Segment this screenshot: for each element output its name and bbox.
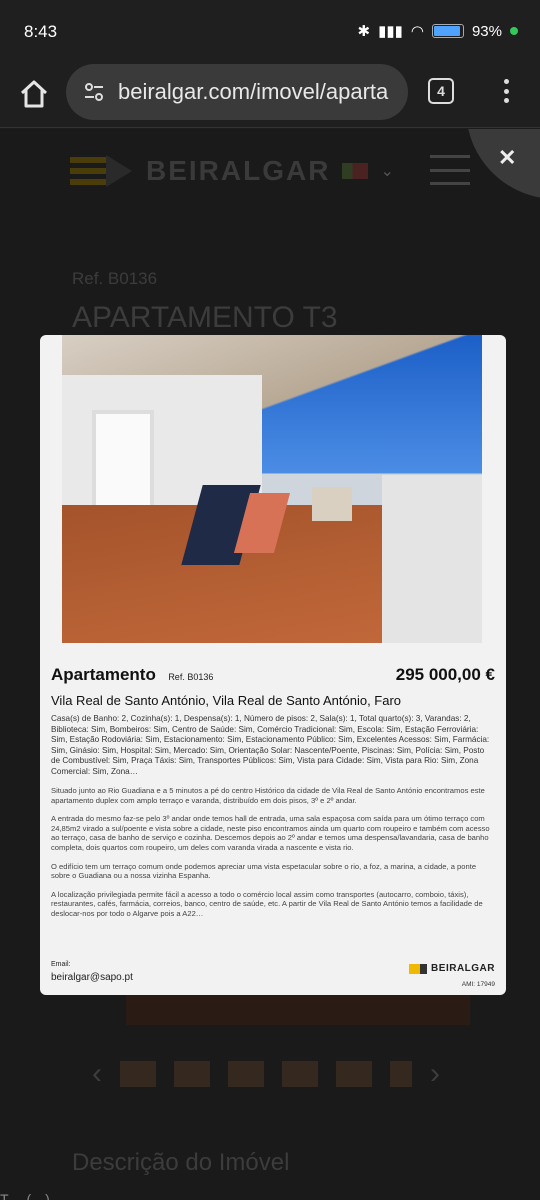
thumbnail-strip: ‹ › xyxy=(92,1057,440,1091)
description-heading: Descrição do Imóvel xyxy=(72,1149,290,1176)
wifi-icon: ◠ xyxy=(410,23,424,40)
bluetooth-icon: ✱ xyxy=(357,23,371,40)
home-icon xyxy=(20,80,48,108)
property-location: Vila Real de Santo António, Vila Real de… xyxy=(51,693,402,708)
close-icon[interactable]: ✕ xyxy=(498,145,516,171)
chevron-down-icon[interactable]: ⌄ xyxy=(380,161,393,181)
property-features: Casa(s) de Banho: 2, Cozinha(s): 1, Desp… xyxy=(51,714,490,776)
chevron-right-icon[interactable]: › xyxy=(430,1057,440,1091)
overflow-menu-button[interactable] xyxy=(496,76,516,106)
contact-email: beiralgar@sapo.pt xyxy=(51,972,133,983)
site-settings-icon[interactable] xyxy=(82,80,106,104)
beiralgar-logo-icon xyxy=(409,963,428,974)
page-title: APARTAMENTO T3 xyxy=(72,301,338,334)
thumbnail[interactable] xyxy=(282,1061,318,1087)
thumbnail[interactable] xyxy=(336,1061,372,1087)
status-icons: ✱ ▮▮▮ ◠ 93% xyxy=(358,22,518,40)
sheet-logo: BEIRALGAR xyxy=(409,963,495,974)
beiralgar-logo-icon xyxy=(70,155,132,187)
property-photo xyxy=(62,335,482,643)
property-description: Situado junto ao Rio Guadiana e a 5 minu… xyxy=(51,786,495,919)
description-paragraph: O edifício tem um terraço comum onde pod… xyxy=(51,861,477,881)
ami-license: AMI: 17949 xyxy=(461,981,495,988)
portugal-flag-icon[interactable] xyxy=(342,163,369,179)
status-time: 8:43 xyxy=(24,22,58,41)
property-type: Apartamento xyxy=(51,665,156,684)
terrace-table xyxy=(312,487,352,521)
url-text[interactable]: beiralgar.com/imovel/aparta xyxy=(118,79,388,105)
menu-line-icon xyxy=(430,168,470,172)
description-paragraph: A entrada do mesmo faz-se pelo 3º andar … xyxy=(51,814,490,852)
property-ref: Ref. B0136 xyxy=(168,672,214,682)
site-logo-text[interactable]: BEIRALGAR xyxy=(146,155,330,187)
property-sheet-preview: Apartamento Ref. B0136 295 000,00 € Vila… xyxy=(40,335,506,995)
hamburger-menu-button[interactable] xyxy=(430,155,470,185)
description-paragraph: A localização privilegiada permite fácil… xyxy=(51,889,483,918)
thumbnail[interactable] xyxy=(120,1061,156,1087)
url-bar[interactable]: beiralgar.com/imovel/aparta xyxy=(66,64,408,120)
menu-dot-icon xyxy=(503,98,509,103)
menu-line-icon xyxy=(430,182,470,185)
tab-switcher-button[interactable]: 4 xyxy=(428,78,454,104)
home-button[interactable] xyxy=(16,76,52,112)
thumbnail[interactable] xyxy=(174,1061,210,1087)
menu-line-icon xyxy=(430,155,470,158)
menu-dot-icon xyxy=(503,79,509,84)
railing xyxy=(382,475,482,643)
email-label: Email: xyxy=(51,961,71,968)
status-bar: 8:43 ✱ ▮▮▮ ◠ 93% xyxy=(0,0,540,62)
thumbnail[interactable] xyxy=(228,1061,264,1087)
footer-partial-text: T… (…) xyxy=(0,1191,50,1200)
property-info: Apartamento Ref. B0136 295 000,00 € Vila… xyxy=(51,665,495,928)
site-header: BEIRALGAR ⌄ xyxy=(70,153,394,189)
browser-toolbar: beiralgar.com/imovel/aparta 4 xyxy=(0,62,540,128)
property-ref: Ref. B0136 xyxy=(72,269,158,288)
property-price: 295 000,00 € xyxy=(395,665,495,684)
menu-dot-icon xyxy=(503,88,509,94)
battery-percent: 93% xyxy=(471,22,502,40)
privacy-indicator-icon xyxy=(510,27,518,35)
thumbnail[interactable] xyxy=(390,1061,412,1087)
signal-icon: ▮▮▮ xyxy=(378,23,403,40)
chevron-left-icon[interactable]: ‹ xyxy=(92,1057,102,1091)
description-paragraph: Situado junto ao Rio Guadiana e a 5 minu… xyxy=(51,786,485,805)
sheet-logo-text: BEIRALGAR xyxy=(431,963,495,974)
battery-icon xyxy=(431,24,464,38)
